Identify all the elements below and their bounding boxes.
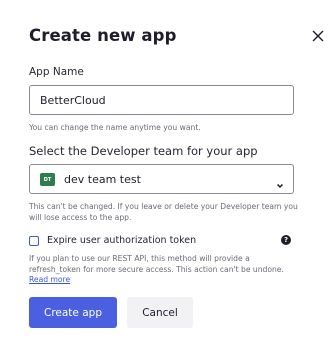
team-help: This can't be changed. If you leave or d… — [29, 202, 298, 222]
team-select[interactable]: DT dev team test — [29, 164, 294, 194]
close-icon[interactable] — [312, 30, 328, 46]
create-app-button[interactable]: Create app — [29, 297, 117, 328]
expire-token-label: Expire user authorization token — [47, 235, 197, 246]
chevron-down-icon — [276, 175, 284, 194]
dialog-title: Create new app — [29, 26, 177, 45]
app-name-field[interactable] — [29, 85, 294, 115]
team-selected-value: dev team test — [64, 173, 141, 186]
app-name-label: App Name — [29, 66, 84, 78]
app-name-input[interactable] — [40, 94, 280, 107]
expire-help-text: If you plan to use our REST API, this me… — [29, 254, 284, 274]
expire-token-checkbox[interactable] — [29, 236, 39, 246]
team-avatar: DT — [40, 173, 55, 186]
create-app-dialog: Create new app App Name You can change t… — [0, 0, 336, 355]
team-label: Select the Developer team for your app — [29, 144, 258, 158]
cancel-button[interactable]: Cancel — [127, 297, 193, 328]
expire-help: If you plan to use our REST API, this me… — [29, 254, 301, 286]
help-icon[interactable]: ? — [281, 235, 291, 245]
read-more-link[interactable]: Read more — [29, 275, 70, 284]
app-name-help: You can change the name anytime you want… — [29, 123, 201, 132]
